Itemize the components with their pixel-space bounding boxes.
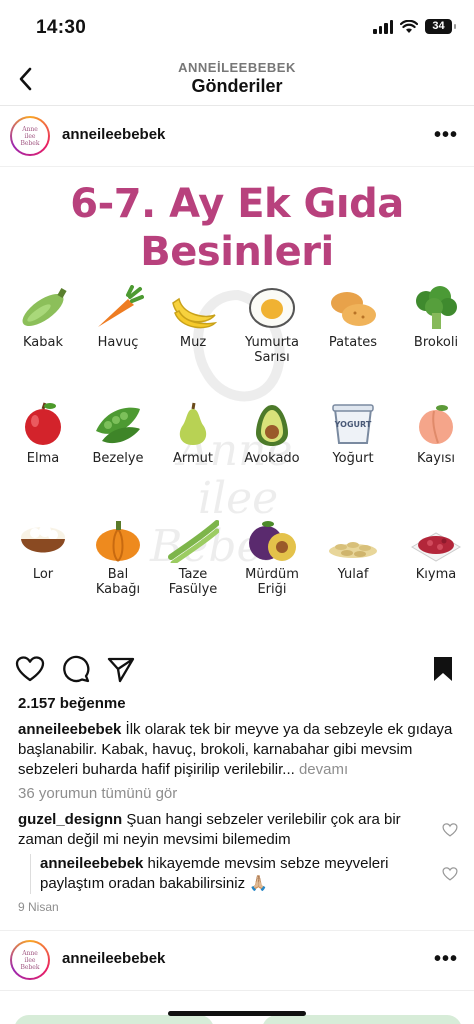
- post-username[interactable]: anneileebebek: [62, 126, 165, 143]
- food-label: Taze Fasülye: [168, 567, 218, 597]
- avatar[interactable]: Anne ilee Bebek: [10, 116, 50, 156]
- food-label: Bal Kabağı: [95, 567, 141, 597]
- comment-icon[interactable]: [61, 654, 91, 684]
- home-indicator: [168, 1011, 306, 1016]
- food-item: Brokoli: [396, 285, 474, 350]
- food-label: Patates: [328, 335, 378, 350]
- svg-text:YOGURT: YOGURT: [334, 420, 372, 429]
- reply-username[interactable]: anneileebebek: [40, 855, 143, 872]
- pumpkin-icon: [96, 521, 140, 562]
- pear-icon: [179, 402, 207, 445]
- food-label: Armut: [172, 451, 213, 466]
- food-label: Mürdüm Eriği: [245, 567, 299, 597]
- caption-username[interactable]: anneileebebek: [18, 721, 121, 738]
- food-label: Kabak: [22, 335, 63, 350]
- more-options-icon[interactable]: •••: [434, 948, 458, 971]
- post-header: Anne ilee Bebek anneileebebek •••: [0, 108, 474, 164]
- wifi-icon: [400, 19, 418, 33]
- image-title-line2: Besinleri: [140, 229, 334, 275]
- post-caption: anneileebebek İlk olarak tek bir meyve y…: [18, 720, 458, 780]
- broccoli-icon: [416, 286, 457, 329]
- cellular-signal-icon: [373, 19, 393, 34]
- food-item: Patates: [313, 285, 393, 350]
- view-all-comments-link[interactable]: 36 yorumun tümünü gör: [18, 785, 177, 802]
- reply-like-icon[interactable]: [442, 866, 458, 882]
- food-item: Yulaf: [313, 517, 393, 582]
- food-label: Bezelye: [92, 451, 144, 466]
- potato-icon: [331, 292, 376, 326]
- oats-icon: [329, 542, 377, 558]
- food-item: Lor: [3, 517, 83, 582]
- food-label: Yumurta Sarısı: [245, 335, 299, 365]
- reply-thread-line: [30, 854, 31, 894]
- next-post-header: Anne ilee Bebek anneileebebek •••: [0, 932, 474, 988]
- yogurt-icon: YOGURT: [332, 404, 374, 444]
- nav-header: ANNEİLEEBEBEK Gönderiler: [0, 54, 474, 106]
- avatar[interactable]: Anne ilee Bebek: [10, 940, 50, 980]
- food-item: Kabak: [3, 285, 83, 350]
- food-label: Avokado: [244, 451, 300, 466]
- zucchini-icon: [22, 288, 67, 327]
- carrot-icon: [98, 285, 144, 327]
- comment-like-icon[interactable]: [442, 822, 458, 838]
- battery-icon: 34: [425, 19, 456, 34]
- food-item: Avokado: [232, 401, 312, 466]
- status-time: 14:30: [36, 17, 87, 38]
- food-item: Armut: [153, 401, 233, 466]
- share-send-icon[interactable]: [106, 654, 136, 684]
- minced-meat-icon: [411, 532, 461, 562]
- like-heart-icon[interactable]: [15, 654, 45, 684]
- caption-more-link[interactable]: devamı: [295, 761, 348, 778]
- food-item: Yumurta Sarısı: [232, 285, 312, 365]
- cottage-cheese-icon: [21, 525, 65, 553]
- plum-icon: [249, 521, 296, 561]
- apricot-icon: [419, 405, 453, 444]
- food-label: Kayısı: [417, 451, 455, 466]
- banana-icon: [172, 297, 218, 329]
- food-item: Mürdüm Eriği: [232, 517, 312, 597]
- food-item: Bezelye: [78, 401, 158, 466]
- peas-icon: [96, 407, 140, 444]
- post-username[interactable]: anneileebebek: [62, 950, 165, 967]
- next-post-image-preview: [0, 990, 474, 1024]
- nav-account-name: ANNEİLEEBEBEK: [178, 60, 296, 75]
- food-item: YOGURT Yoğurt: [313, 401, 393, 466]
- food-item: Havuç: [78, 285, 158, 350]
- comment-username[interactable]: guzel_designn: [18, 811, 122, 828]
- apple-icon: [25, 402, 61, 445]
- avocado-icon: [256, 405, 288, 446]
- food-item: Elma: [3, 401, 83, 466]
- divider: [0, 930, 474, 931]
- image-title-line1: 6-7. Ay Ek Gıda: [70, 181, 404, 227]
- comment-item: guzel_designn Şuan hangi sebzeler verile…: [18, 810, 418, 850]
- food-label: Havuç: [97, 335, 139, 350]
- food-label: Yulaf: [337, 567, 369, 582]
- food-item: Taze Fasülye: [153, 517, 233, 597]
- food-item: Kıyma: [396, 517, 474, 582]
- post-actions: [0, 648, 474, 692]
- green-beans-icon: [168, 520, 219, 563]
- food-label: Kıyma: [415, 567, 457, 582]
- food-label: Lor: [32, 567, 54, 582]
- page-title: Gönderiler: [191, 76, 283, 96]
- food-item: Bal Kabağı: [78, 517, 158, 597]
- food-label: Yoğurt: [332, 451, 374, 466]
- post-image[interactable]: Anne ilee Bebek 6-7. Ay Ek Gıda Besinler…: [0, 166, 474, 640]
- more-options-icon[interactable]: •••: [434, 124, 458, 147]
- food-label: Muz: [179, 335, 207, 350]
- status-bar: 14:30 34: [0, 0, 474, 54]
- reply-item: anneileebebek hikayemde mevsim sebze mey…: [40, 854, 420, 894]
- food-item: Kayısı: [396, 401, 474, 466]
- egg-icon: [249, 288, 295, 328]
- food-label: Brokoli: [413, 335, 459, 350]
- like-count[interactable]: 2.157 beğenme: [18, 695, 126, 712]
- food-label: Elma: [26, 451, 60, 466]
- bookmark-icon[interactable]: [428, 654, 458, 684]
- food-item: Muz: [153, 285, 233, 350]
- post-date: 9 Nisan: [18, 900, 59, 914]
